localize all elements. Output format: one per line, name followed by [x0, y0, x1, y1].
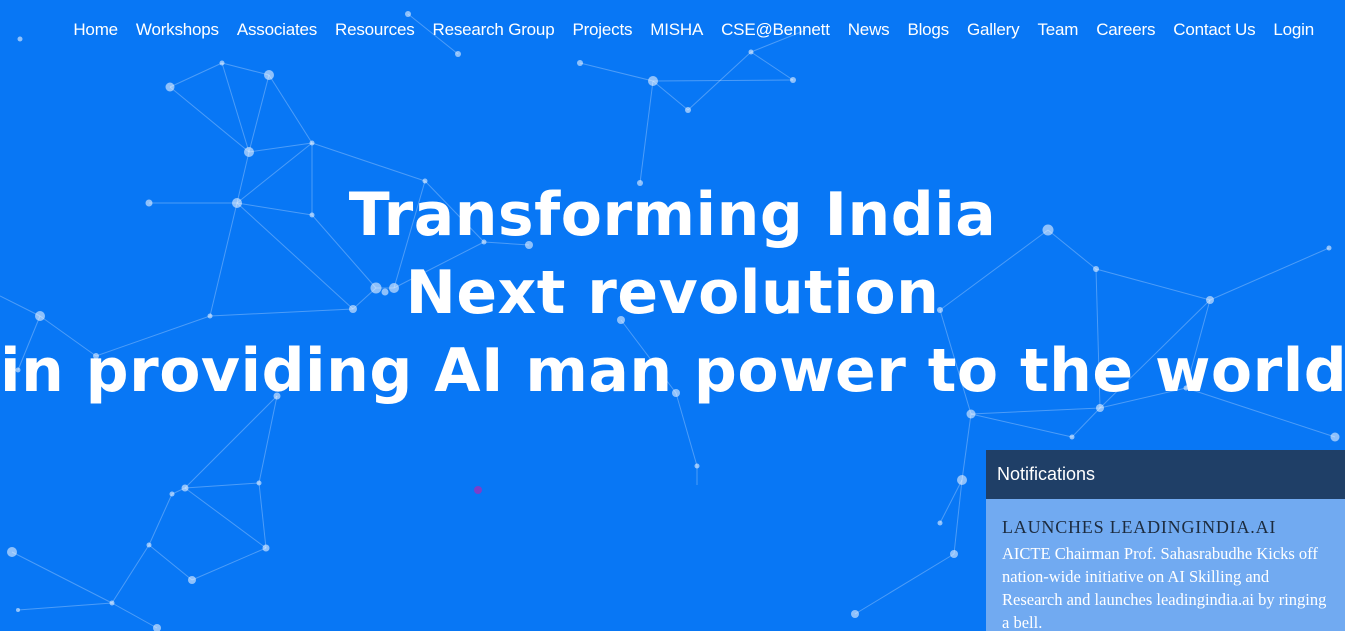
nav-news[interactable]: News [839, 18, 899, 42]
nav-blogs[interactable]: Blogs [898, 18, 958, 42]
nav-team[interactable]: Team [1028, 18, 1087, 42]
hero-line-3: in providing AI man power to the world [0, 336, 1345, 406]
hero-line-2: Next revolution [405, 258, 940, 328]
nav-careers[interactable]: Careers [1087, 18, 1164, 42]
nav-projects[interactable]: Projects [563, 18, 641, 42]
nav-resources[interactable]: Resources [326, 18, 423, 42]
notification-text: AICTE Chairman Prof. Sahasrabudhe Kicks … [1002, 544, 1327, 631]
nav-misha[interactable]: MISHA [641, 18, 712, 42]
notifications-header: Notifications [986, 450, 1345, 499]
notification-title[interactable]: LAUNCHES LEADINGINDIA.AI [1002, 517, 1331, 538]
nav-cse-bennett[interactable]: CSE@Bennett [712, 18, 839, 42]
cursor-dot [474, 486, 482, 494]
hero-line-1: Transforming India [348, 180, 997, 250]
notification-item[interactable]: LAUNCHES LEADINGINDIA.AI AICTE Chairman … [986, 499, 1345, 631]
hero-heading: Transforming India Next revolution in pr… [0, 176, 1345, 410]
nav-login[interactable]: Login [1264, 18, 1323, 42]
nav-associates[interactable]: Associates [228, 18, 326, 42]
nav-gallery[interactable]: Gallery [958, 18, 1028, 42]
main-navigation: Home Workshops Associates Resources Rese… [64, 18, 1323, 42]
notifications-panel: Notifications LAUNCHES LEADINGINDIA.AI A… [986, 450, 1345, 631]
nav-home[interactable]: Home [64, 18, 127, 42]
nav-contact-us[interactable]: Contact Us [1164, 18, 1264, 42]
nav-workshops[interactable]: Workshops [127, 18, 228, 42]
nav-research-group[interactable]: Research Group [424, 18, 564, 42]
